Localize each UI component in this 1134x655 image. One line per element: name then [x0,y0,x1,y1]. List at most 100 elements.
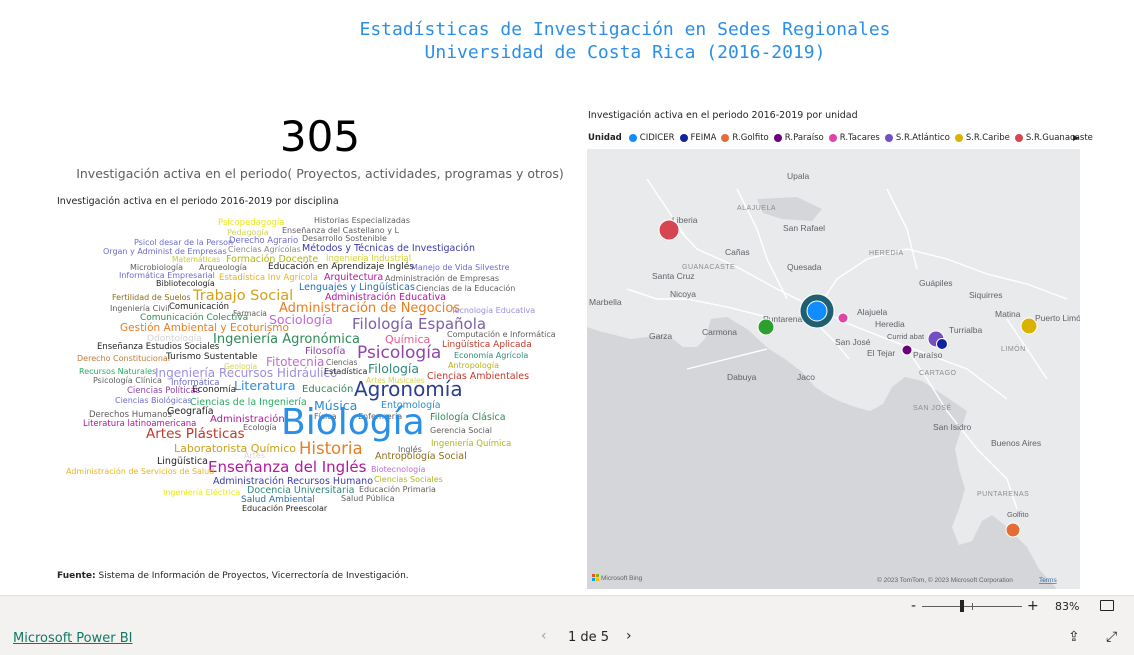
wordcloud-word[interactable]: Ecología [243,424,277,432]
wordcloud-word[interactable]: Educación Primaria [359,486,436,494]
wordcloud-word[interactable]: Biotecnología [371,466,425,474]
map-canvas[interactable]: Liberia ALAJUELA San Rafael Upala Cañas … [587,149,1080,589]
bubble-r-paraiso[interactable] [901,344,913,356]
bubble-sr-caribe[interactable] [1020,317,1038,335]
wordcloud-word[interactable]: Lingüística [157,457,208,467]
zoom-in-button[interactable]: + [1027,598,1039,614]
map-terms-link[interactable]: Terms [1039,577,1057,584]
legend-item[interactable]: CIDICER [628,133,675,143]
wordcloud-word[interactable]: Administración de Servicios de Salud [66,468,214,476]
wordcloud-word[interactable]: Geografía [167,407,214,417]
wordcloud-word[interactable]: Comunicación [169,303,229,312]
bubble-cidicer[interactable] [806,300,828,322]
wordcloud-word[interactable]: Desarrollo Sostenible [302,235,387,243]
wordcloud-word[interactable]: Ingeniería Agronómica [213,333,360,346]
bubble-r-tacares[interactable] [837,312,849,324]
legend-item-label: R.Paraíso [784,133,824,143]
wordcloud-word[interactable]: Ingeniería Química [431,440,511,449]
wordcloud-word[interactable]: Educación Preescolar [242,505,327,513]
kpi-card-value[interactable]: 305 [250,112,390,161]
fit-to-page-icon[interactable] [1100,600,1114,611]
map-legend[interactable]: Unidad CIDICER FEIMA R.Golfito R.Paraíso R.T… [588,132,1098,144]
wordcloud-word[interactable]: Historias Especializadas [314,217,410,225]
map-title: Investigación activa en el periodo 2016-… [588,110,858,121]
wordcloud[interactable]: Psicopedagogía Historias Especializadas Pe… [0,0,580,590]
report-title-line1: Estadísticas de Investigación en Sedes R… [359,19,891,40]
wordcloud-word[interactable]: Enseñanza Estudios Sociales [97,343,219,352]
wordcloud-word[interactable]: Artes Musicales [366,377,425,385]
wordcloud-word[interactable]: Estadística [324,368,367,376]
wordcloud-word[interactable]: Recursos Naturales [79,368,156,376]
wordcloud-word[interactable]: Educación en Aprendizaje Inglés [268,263,414,272]
wordcloud-word[interactable]: Bibliotecología [156,280,215,288]
share-icon[interactable]: ⇪ [1068,629,1080,645]
map-label-guapiles: Guápiles [919,278,953,288]
wordcloud-word[interactable]: Antropología [448,362,499,370]
map-label-marbella: Marbella [589,297,622,307]
zoom-out-button[interactable]: - [911,598,916,614]
wordcloud-word[interactable]: Literatura [234,379,295,393]
bubble-sr-guanacaste[interactable] [658,219,680,241]
legend-item-label: S.R.Guanacaste [1025,133,1093,143]
chevron-right-icon[interactable]: › [626,628,632,644]
wordcloud-word[interactable]: Manejo de Vida Silvestre [411,264,510,272]
wordcloud-word[interactable]: Ciencias Políticas [127,387,200,396]
legend-item[interactable]: R.Tacares [828,133,880,143]
wordcloud-word[interactable]: Tecnología Educativa [451,307,535,315]
wordcloud-word[interactable]: Antropología Social [375,452,467,462]
zoom-slider-default-tick [972,603,973,610]
map-label-curridabat: Currid abat [887,332,925,341]
wordcloud-word[interactable]: Enseñanza del Inglés [208,460,366,475]
wordcloud-word[interactable]: Psicología [357,345,441,362]
legend-item[interactable]: S.R.Guanacaste [1014,133,1093,143]
wordcloud-word[interactable]: Filología Clásica [430,413,506,423]
wordcloud-word[interactable]: Ciencias Agrícolas [228,246,301,254]
map-label-san-jose-region: SAN JOSÉ [913,403,952,412]
wordcloud-word[interactable]: Gerencia Social [430,427,492,435]
wordcloud-word[interactable]: Educación [302,385,353,395]
wordcloud-word[interactable]: Ingeniería Civil [110,305,170,313]
map-label-upala: Upala [787,171,809,181]
wordcloud-word[interactable]: Psicología Clínica [93,377,162,385]
legend-dot-icon [773,134,782,142]
power-bi-link[interactable]: Microsoft Power BI [13,631,132,646]
wordcloud-word[interactable]: Métodos y Técnicas de Investigación [302,244,475,254]
bubble-r-golfito[interactable] [1005,522,1021,538]
wordcloud-title: Investigación activa en el periodo 2016-… [57,196,339,207]
legend-item[interactable]: R.Paraíso [773,133,824,143]
wordcloud-word[interactable]: Psicopedagogía [218,219,284,228]
wordcloud-word[interactable]: Ciencias Biológicas [115,397,192,405]
wordcloud-word[interactable]: Fertilidad de Suelos [112,294,191,302]
wordcloud-word[interactable]: Laboratorista Químico [174,443,296,454]
wordcloud-word[interactable]: Turismo Sustentable [166,353,258,362]
map-label-turrialba: Turrialba [949,325,982,335]
map[interactable]: Liberia ALAJUELA San Rafael Upala Cañas … [587,149,1080,589]
wordcloud-word[interactable]: Historia [299,440,363,458]
source-text: Sistema de Información de Proyectos, Vic… [98,571,409,581]
wordcloud-word[interactable]: Economía [192,386,236,395]
wordcloud-word[interactable]: Filología [368,362,419,376]
wordcloud-word[interactable]: Biología [281,405,425,441]
wordcloud-word[interactable]: Salud Pública [341,495,394,503]
map-label-carmona: Carmona [702,327,737,337]
bubble-puntarenas[interactable] [757,318,775,336]
legend-item[interactable]: S.R.Caribe [954,133,1010,143]
legend-item[interactable]: FEIMA [679,133,716,143]
wordcloud-word[interactable]: Artes Plásticas [146,427,245,442]
bubble-feima[interactable] [936,338,948,350]
expand-icon[interactable]: ⤢ [1106,629,1117,645]
wordcloud-word[interactable]: Computación e Informática [447,331,556,339]
wordcloud-word[interactable]: Economía Agrícola [454,352,528,360]
legend-item[interactable]: S.R.Atlántico [884,133,950,143]
legend-item-label: R.Golfito [732,133,769,143]
wordcloud-word[interactable]: Derecho Constitucional [77,355,170,363]
chevron-left-icon[interactable]: ‹ [541,628,547,644]
wordcloud-word[interactable]: Ciencias Sociales [374,476,443,484]
chevron-right-icon[interactable]: ▶ [1073,133,1079,142]
legend-item[interactable]: R.Golfito [721,133,769,143]
map-label-guanacaste-region: GUANACASTE [682,264,735,271]
wordcloud-word[interactable]: Lingüística Aplicada [442,341,532,350]
wordcloud-word[interactable]: Psicol desar de la Person [134,239,233,247]
wordcloud-word[interactable]: Ingeniería Eléctrica [163,489,240,497]
zoom-slider-thumb[interactable] [960,600,964,612]
